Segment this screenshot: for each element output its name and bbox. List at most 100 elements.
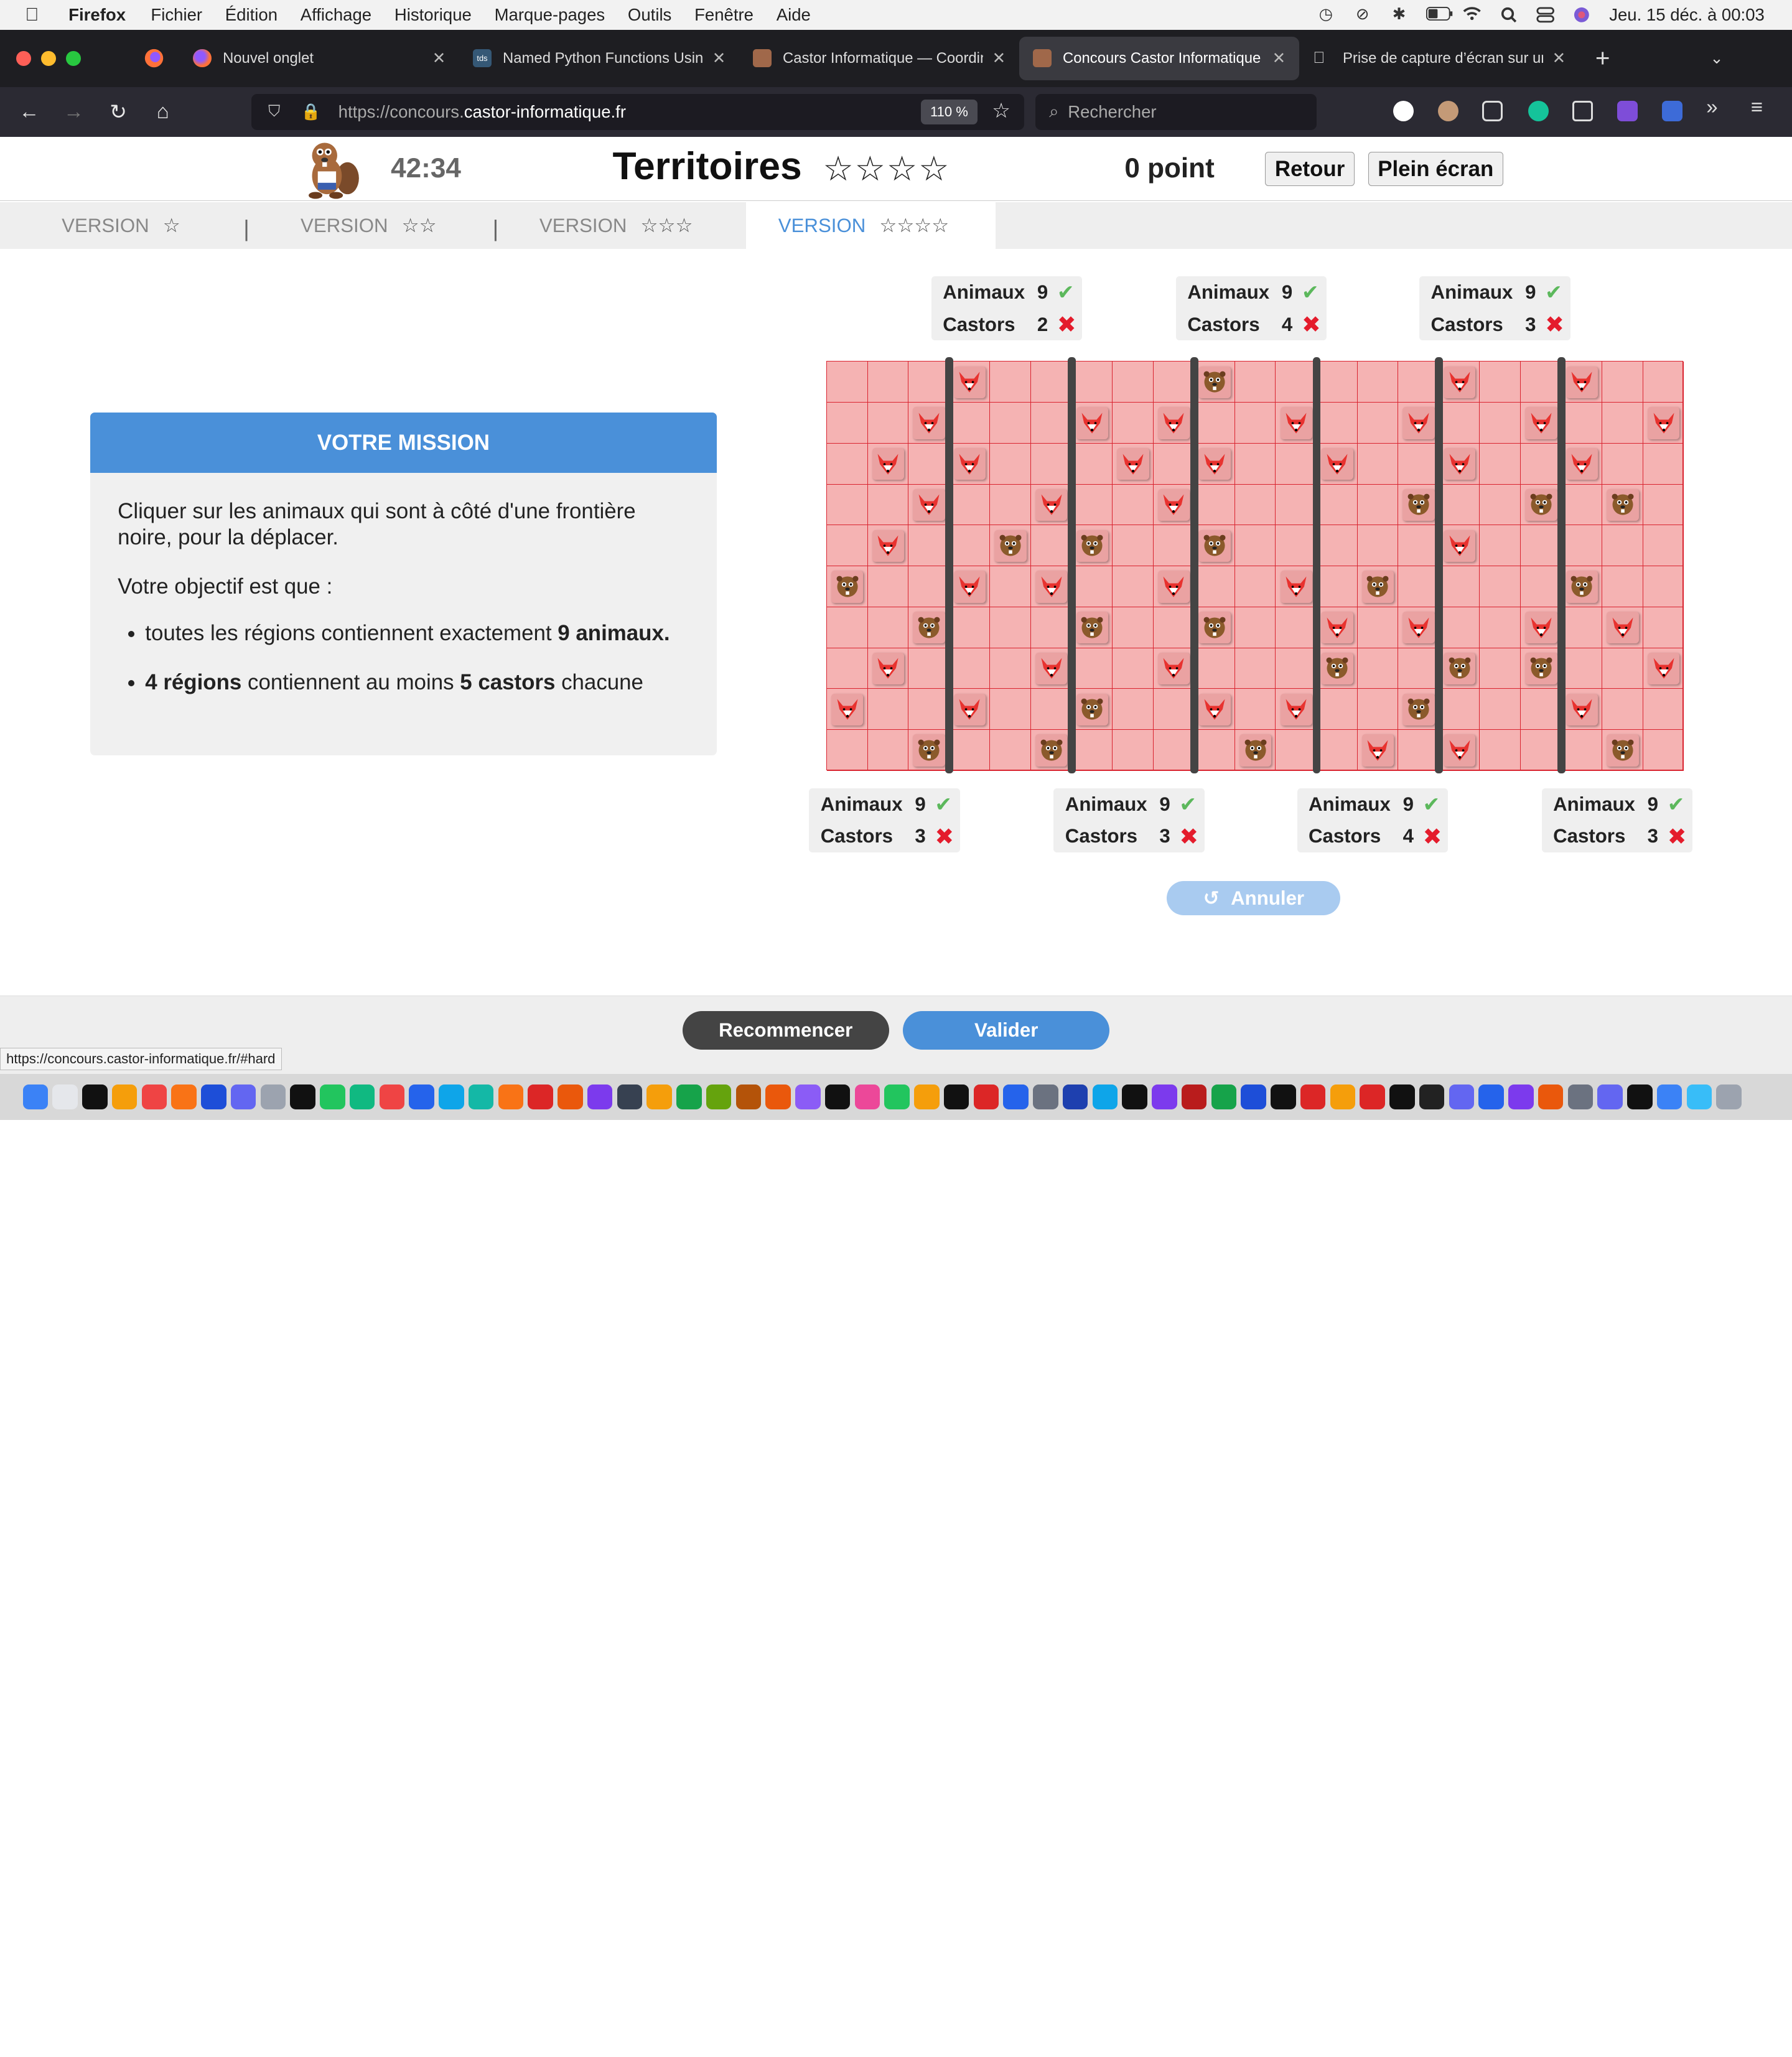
fox-icon[interactable]: [953, 571, 986, 603]
beaver-icon[interactable]: [1402, 488, 1435, 521]
zoom-window-button[interactable]: [66, 50, 82, 66]
dock-app-icon[interactable]: [943, 1084, 969, 1110]
region-border[interactable]: [1435, 357, 1444, 773]
beaver-icon[interactable]: [1076, 612, 1108, 644]
control-center-icon[interactable]: [1536, 7, 1554, 23]
dock-app-icon[interactable]: [171, 1084, 197, 1110]
fox-icon[interactable]: [872, 448, 905, 480]
menubar-clock[interactable]: Jeu. 15 déc. à 00:03: [1609, 5, 1765, 25]
dock-app-icon[interactable]: [1686, 1084, 1712, 1110]
dock-app-icon[interactable]: [439, 1084, 464, 1110]
menu-aide[interactable]: Aide: [777, 5, 811, 25]
fox-icon[interactable]: [1280, 693, 1312, 725]
apple-menu-icon[interactable]: : [25, 4, 48, 26]
fox-icon[interactable]: [1321, 448, 1353, 480]
dock-app-icon[interactable]: [468, 1084, 494, 1110]
fox-icon[interactable]: [1647, 652, 1680, 685]
dock-app-icon[interactable]: [201, 1084, 226, 1110]
region-border[interactable]: [1068, 357, 1076, 773]
beaver-icon[interactable]: [1198, 612, 1231, 644]
dock-app-icon[interactable]: [558, 1084, 583, 1110]
pocket-icon[interactable]: [1482, 100, 1503, 121]
close-window-button[interactable]: [16, 50, 31, 66]
dock-app-icon[interactable]: [230, 1084, 256, 1110]
fox-icon[interactable]: [1566, 693, 1598, 725]
tab-concours-castor[interactable]: Concours Castor Informatique – ✕: [1019, 36, 1300, 80]
new-tab-button[interactable]: +: [1595, 44, 1610, 73]
beaver-icon[interactable]: [1361, 571, 1394, 603]
beaver-icon[interactable]: [1525, 652, 1557, 685]
dock-app-icon[interactable]: [1597, 1084, 1623, 1110]
minimize-window-button[interactable]: [41, 50, 56, 66]
beaver-icon[interactable]: [1443, 652, 1476, 685]
bluetooth-icon[interactable]: ✱: [1390, 6, 1408, 23]
dock-app-icon[interactable]: [349, 1084, 375, 1110]
search-bar[interactable]: ⌕ Rechercher: [1035, 93, 1317, 131]
shield-icon[interactable]: ⛉: [261, 103, 288, 121]
dock-app-icon[interactable]: [111, 1084, 138, 1110]
dock-app-icon[interactable]: [1003, 1084, 1029, 1110]
app-menu[interactable]: Firefox: [68, 5, 126, 25]
dock-app-icon[interactable]: [795, 1084, 821, 1110]
dock-app-icon[interactable]: [1300, 1084, 1326, 1110]
fox-icon[interactable]: [1647, 407, 1680, 439]
beaver-icon[interactable]: [1239, 734, 1272, 767]
fox-icon[interactable]: [1321, 612, 1353, 644]
dock-app-icon[interactable]: [141, 1084, 167, 1110]
beaver-icon[interactable]: [913, 612, 945, 644]
menu-outils[interactable]: Outils: [628, 5, 671, 25]
url-text[interactable]: https://concours.castor-informatique.fr: [338, 102, 626, 122]
translate-icon[interactable]: [1572, 100, 1594, 121]
url-bar[interactable]: ⛉ 🔒 https://concours.castor-informatique…: [251, 93, 1024, 131]
region-border[interactable]: [1312, 357, 1321, 773]
fox-icon[interactable]: [1443, 448, 1476, 480]
dock-app-icon[interactable]: [22, 1084, 49, 1110]
dock-app-icon[interactable]: [617, 1084, 643, 1110]
dock-app-icon[interactable]: [735, 1084, 762, 1110]
firefox-view-button[interactable]: [131, 37, 177, 80]
dock-app-icon[interactable]: [676, 1084, 702, 1110]
beaver-icon[interactable]: [1525, 488, 1557, 521]
region-border[interactable]: [1190, 357, 1198, 773]
dock-app-icon[interactable]: [1478, 1084, 1504, 1110]
back-button[interactable]: Retour: [1265, 152, 1355, 187]
back-arrow-icon[interactable]: ←: [7, 100, 52, 124]
fox-icon[interactable]: [1402, 612, 1435, 644]
dock-app-icon[interactable]: [1092, 1084, 1118, 1110]
fox-icon[interactable]: [953, 366, 986, 398]
region-border[interactable]: [945, 357, 954, 773]
close-tab-icon[interactable]: ✕: [1272, 49, 1286, 68]
fox-icon[interactable]: [1607, 612, 1639, 644]
dock-app-icon[interactable]: [973, 1084, 999, 1110]
hamburger-menu-icon[interactable]: ≡: [1751, 96, 1771, 119]
battery-icon[interactable]: [1426, 7, 1453, 23]
menu-fenetre[interactable]: Fenêtre: [694, 5, 754, 25]
dock-app-icon[interactable]: [1538, 1084, 1564, 1110]
list-all-tabs-chevron-icon[interactable]: ⌄: [1710, 49, 1724, 68]
dock-app-icon[interactable]: [1360, 1084, 1385, 1110]
fox-icon[interactable]: [953, 448, 986, 480]
home-icon[interactable]: ⌂: [141, 100, 185, 124]
siri-icon[interactable]: [1572, 7, 1590, 23]
fox-icon[interactable]: [1566, 366, 1598, 398]
close-tab-icon[interactable]: ✕: [992, 49, 1006, 68]
beaver-icon[interactable]: [1198, 366, 1231, 398]
fox-icon[interactable]: [1157, 571, 1190, 603]
dock-app-icon[interactable]: [824, 1084, 851, 1110]
fox-icon[interactable]: [1280, 407, 1312, 439]
fox-icon[interactable]: [1566, 448, 1598, 480]
zoom-level-button[interactable]: 110 %: [921, 99, 978, 125]
dock-app-icon[interactable]: [1567, 1084, 1594, 1110]
dock-app-icon[interactable]: [765, 1084, 791, 1110]
dock-app-icon[interactable]: [646, 1084, 672, 1110]
dock-app-icon[interactable]: [706, 1084, 732, 1110]
dock-app-icon[interactable]: [1389, 1084, 1415, 1110]
dock-app-icon[interactable]: [379, 1084, 405, 1110]
time-machine-icon[interactable]: ◷: [1317, 6, 1335, 23]
beaver-icon[interactable]: [1607, 488, 1639, 521]
tab-version-4-stars[interactable]: VERSION ☆☆☆☆: [746, 202, 996, 250]
fullscreen-button[interactable]: Plein écran: [1368, 152, 1503, 187]
dock-app-icon[interactable]: [884, 1084, 910, 1110]
dock-app-icon[interactable]: [260, 1084, 286, 1110]
tab-prise-de-capture[interactable]:  Prise de capture d’écran sur un ✕: [1299, 37, 1579, 80]
